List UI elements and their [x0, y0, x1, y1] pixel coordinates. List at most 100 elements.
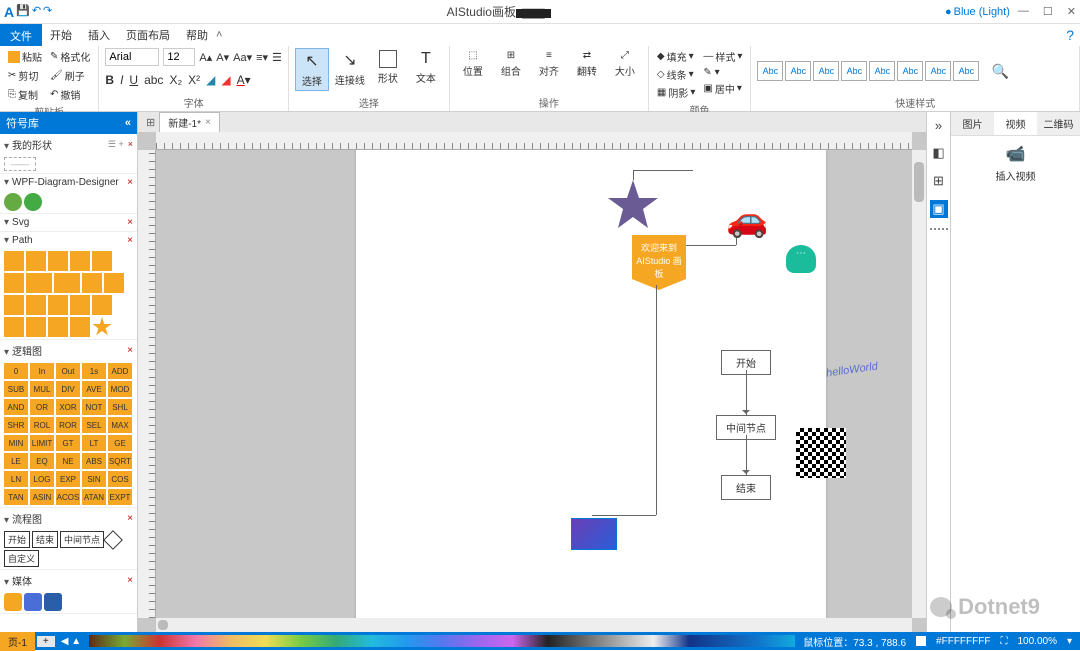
superscript-icon[interactable]: X²: [188, 73, 200, 87]
connector[interactable]: [656, 285, 657, 515]
collapse-icon[interactable]: «: [125, 117, 131, 129]
path-shape[interactable]: [70, 251, 90, 271]
path-shape[interactable]: [48, 295, 68, 315]
expand-icon[interactable]: »: [930, 116, 948, 134]
minimize-icon[interactable]: —: [1018, 5, 1029, 18]
shape-button[interactable]: 形状: [371, 48, 405, 87]
scrollbar-vertical[interactable]: [912, 150, 926, 618]
menu-layout[interactable]: 页面布局: [118, 23, 178, 47]
logic-not[interactable]: NOT: [82, 399, 106, 415]
fill-button[interactable]: ◆ 填充 ▾: [655, 48, 697, 65]
car-icon[interactable]: 🚗: [726, 200, 768, 240]
quick-style[interactable]: Abc: [841, 61, 867, 81]
logic-asin[interactable]: ASIN: [30, 489, 54, 505]
redo-icon[interactable]: ↷: [43, 4, 52, 20]
linecolor-button[interactable]: ◇ 线条 ▾: [655, 66, 697, 83]
shrink-font-icon[interactable]: A▾: [216, 51, 229, 64]
logic-mod[interactable]: MOD: [108, 381, 132, 397]
quick-style[interactable]: Abc: [813, 61, 839, 81]
flow-template[interactable]: [103, 530, 123, 550]
section-myshapes[interactable]: 我的形状: [12, 141, 52, 152]
path-shape[interactable]: [26, 251, 46, 271]
brush-button[interactable]: 🖌刷子: [48, 67, 92, 84]
text-button[interactable]: T文本: [409, 48, 443, 87]
logic-ror[interactable]: ROR: [56, 417, 80, 433]
logic-div[interactable]: DIV: [56, 381, 80, 397]
logic-in[interactable]: In: [30, 363, 54, 379]
path-shape[interactable]: [48, 317, 68, 337]
doc-tab[interactable]: 新建-1* ×: [159, 112, 220, 132]
size-button[interactable]: ⤢大小: [608, 48, 642, 80]
quick-style[interactable]: Abc: [897, 61, 923, 81]
gauge-icon[interactable]: [786, 245, 816, 273]
flow-template[interactable]: 自定义: [4, 550, 39, 567]
fit-icon[interactable]: ⛶: [1000, 636, 1007, 647]
close-icon[interactable]: ✕: [1067, 5, 1076, 18]
paint-icon[interactable]: ◧: [930, 144, 948, 162]
case-icon[interactable]: Aa▾: [233, 51, 252, 64]
logic-lt[interactable]: LT: [82, 435, 106, 451]
connector[interactable]: [592, 515, 656, 516]
copy-button[interactable]: ⎘复制: [6, 86, 44, 103]
add-page-button[interactable]: +: [37, 636, 55, 647]
shadow-button[interactable]: ▦ 阴影 ▾: [655, 84, 697, 101]
path-shape[interactable]: [48, 251, 68, 271]
logic-and[interactable]: AND: [4, 399, 28, 415]
path-shape[interactable]: [92, 251, 112, 271]
select-button[interactable]: ↖选择: [295, 48, 329, 91]
group-button[interactable]: ⊞组合: [494, 48, 528, 80]
menu-insert[interactable]: 插入: [80, 23, 118, 47]
logic-cos[interactable]: COS: [108, 471, 132, 487]
quick-style[interactable]: Abc: [925, 61, 951, 81]
font-name-input[interactable]: [105, 48, 159, 66]
section-logic[interactable]: 逻辑图: [12, 347, 42, 358]
style-button[interactable]: — 样式 ▾: [701, 48, 744, 65]
logic-max[interactable]: MAX: [108, 417, 132, 433]
logic-ave[interactable]: AVE: [82, 381, 106, 397]
svg-icon[interactable]: [44, 593, 62, 611]
path-shape[interactable]: [4, 273, 24, 293]
flow-end[interactable]: 结束: [721, 475, 771, 500]
video-icon[interactable]: [24, 593, 42, 611]
paste-button[interactable]: 粘贴: [6, 48, 44, 65]
flow-template[interactable]: 中间节点: [60, 531, 104, 548]
position-button[interactable]: ⬚位置: [456, 48, 490, 80]
ribbon-collapse-icon[interactable]: ˄: [216, 29, 222, 41]
logic-limit[interactable]: LIMIT: [30, 435, 54, 451]
path-shape[interactable]: [92, 295, 112, 315]
canvas[interactable]: 🚗 欢迎来到 AIStudio 画板 开始 中间节点 结束: [156, 150, 912, 618]
color-palette[interactable]: [89, 635, 795, 647]
flip-button[interactable]: ⇄翻转: [570, 48, 604, 80]
section-path[interactable]: Path: [12, 235, 33, 246]
logic-shl[interactable]: SHL: [108, 399, 132, 415]
logic-sin[interactable]: SIN: [82, 471, 106, 487]
logic-0[interactable]: 0: [4, 363, 28, 379]
path-shape[interactable]: [4, 251, 24, 271]
path-shape[interactable]: [4, 295, 24, 315]
media-panel-icon[interactable]: ▣: [930, 200, 948, 218]
logic-eq[interactable]: EQ: [30, 453, 54, 469]
font-size-input[interactable]: [163, 48, 195, 66]
logic-le[interactable]: LE: [4, 453, 28, 469]
bold-icon[interactable]: B: [105, 73, 114, 87]
theme-label[interactable]: Blue (Light): [945, 6, 1010, 18]
align-button[interactable]: ≡对齐: [532, 48, 566, 80]
logic-sub[interactable]: SUB: [4, 381, 28, 397]
logic-ge[interactable]: GE: [108, 435, 132, 451]
logic-ln[interactable]: LN: [4, 471, 28, 487]
page-tab[interactable]: 页-1: [0, 632, 35, 651]
cut-button[interactable]: ✂剪切: [6, 67, 44, 84]
align-icon[interactable]: ≡▾: [256, 51, 268, 64]
logic-rol[interactable]: ROL: [30, 417, 54, 433]
insert-video-button[interactable]: 插入视频: [959, 168, 1072, 183]
tab-video[interactable]: 视频: [994, 112, 1037, 135]
connector[interactable]: [633, 170, 693, 171]
tab-menu-icon[interactable]: ⊞: [142, 116, 159, 129]
star-shape[interactable]: [608, 180, 658, 230]
quick-style[interactable]: Abc: [757, 61, 783, 81]
gif-icon[interactable]: [4, 593, 22, 611]
section-svg[interactable]: Svg: [12, 217, 29, 228]
logic-or[interactable]: OR: [30, 399, 54, 415]
path-shape[interactable]: [26, 295, 46, 315]
qr-code[interactable]: [796, 428, 846, 478]
